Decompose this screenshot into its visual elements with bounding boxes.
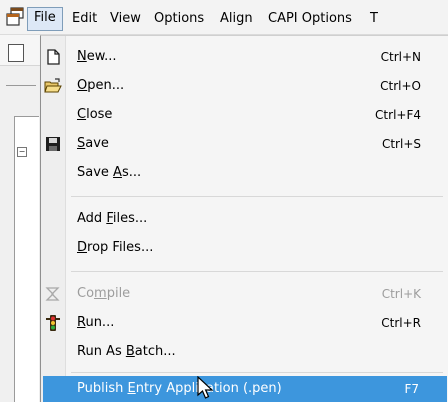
- menu-item-label: New...: [77, 49, 117, 64]
- menu-item-new[interactable]: New... Ctrl+N: [41, 44, 448, 70]
- menu-item-compile[interactable]: Compile Ctrl+K: [41, 281, 448, 307]
- mouse-pointer-icon: [197, 376, 214, 399]
- app-windows-icon[interactable]: [4, 6, 26, 28]
- menu-view[interactable]: View: [104, 8, 147, 30]
- menu-item-label: Save: [77, 136, 109, 151]
- menu-item-save-as[interactable]: Save As...: [41, 160, 448, 186]
- menu-item-label: Save As...: [77, 165, 142, 180]
- menu-file[interactable]: File: [27, 7, 63, 31]
- menu-separator: [71, 271, 443, 272]
- menu-separator: [71, 196, 443, 197]
- menu-item-run[interactable]: Run... Ctrl+R: [41, 310, 448, 336]
- menu-item-close[interactable]: Close Ctrl+F4: [41, 102, 448, 128]
- shortcut-label: Ctrl+F4: [375, 108, 421, 122]
- menu-item-add-files[interactable]: Add Files...: [41, 206, 448, 232]
- menu-item-label: Run As Batch...: [77, 344, 176, 359]
- menu-item-publish-entry-application[interactable]: Publish Entry Application (.pen) F7: [43, 376, 447, 402]
- menu-t[interactable]: T: [364, 8, 384, 30]
- file-menu-dropdown: New... Ctrl+N Open... Ctrl+O Close Ctrl+…: [40, 35, 448, 402]
- menu-item-label: Compile: [77, 286, 131, 301]
- menu-bar: File Edit View Options Align CAPI Option…: [0, 0, 448, 35]
- menu-item-open[interactable]: Open... Ctrl+O: [41, 73, 448, 99]
- shortcut-label: F7: [404, 382, 419, 396]
- menu-item-label: Open...: [77, 78, 125, 93]
- menu-item-label: Add Files...: [77, 211, 148, 226]
- shortcut-label: Ctrl+K: [381, 287, 421, 301]
- divider: [6, 85, 36, 86]
- menu-item-run-as-batch[interactable]: Run As Batch...: [41, 339, 448, 365]
- menu-item-label: Run...: [77, 315, 115, 330]
- shortcut-label: Ctrl+R: [381, 316, 421, 330]
- menu-separator: [71, 372, 443, 373]
- shortcut-label: Ctrl+S: [381, 137, 421, 151]
- menu-item-label: Publish Entry Application (.pen): [77, 381, 282, 396]
- menu-edit[interactable]: Edit: [66, 8, 103, 30]
- background-toolbar-button[interactable]: [8, 44, 24, 62]
- menu-capi-options[interactable]: CAPI Options: [262, 8, 358, 30]
- run-traffic-light-icon: [46, 315, 60, 331]
- tree-expand-icon[interactable]: −: [17, 147, 27, 157]
- open-folder-icon: [44, 78, 62, 93]
- menu-align[interactable]: Align: [214, 8, 259, 30]
- new-document-icon: [47, 49, 60, 65]
- shortcut-label: Ctrl+N: [380, 50, 421, 64]
- save-disk-icon: [46, 137, 60, 151]
- menu-item-save[interactable]: Save Ctrl+S: [41, 131, 448, 157]
- background-tree-panel: [14, 116, 39, 402]
- shortcut-label: Ctrl+O: [380, 79, 421, 93]
- compile-icon: [45, 287, 60, 301]
- menu-options[interactable]: Options: [148, 8, 210, 30]
- menu-item-drop-files[interactable]: Drop Files...: [41, 235, 448, 261]
- menu-item-label: Drop Files...: [77, 240, 154, 255]
- menu-item-label: Close: [77, 107, 113, 122]
